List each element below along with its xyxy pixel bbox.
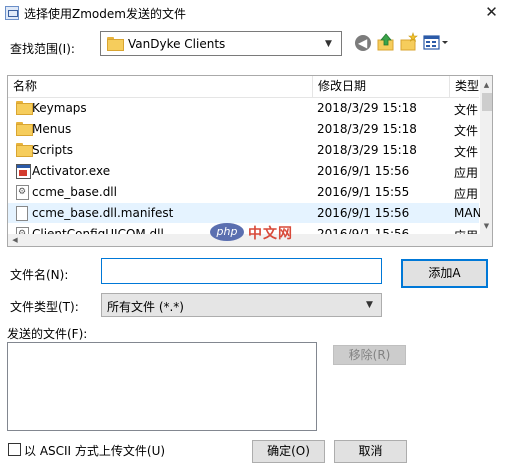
file-date: 2018/3/29 15:18 xyxy=(317,101,417,115)
table-row-selected[interactable]: ccme_base.dll.manifest 2016/9/1 15:56 MA… xyxy=(8,203,480,223)
filename-input[interactable] xyxy=(101,258,382,284)
file-type: 应用 xyxy=(454,166,479,180)
filetype-label: 文件类型(T): xyxy=(10,300,79,314)
scrollbar-corner xyxy=(480,234,492,246)
look-in-value: VanDyke Clients xyxy=(128,37,226,51)
file-date: 2016/9/1 15:55 xyxy=(317,185,410,199)
ok-button[interactable]: 确定(O) xyxy=(252,440,325,463)
scroll-up-icon[interactable]: ▲ xyxy=(480,79,492,91)
column-header-date[interactable]: 修改日期 xyxy=(313,76,449,98)
add-button[interactable]: 添加A xyxy=(401,259,488,288)
filetype-value: 所有文件 (*.*) xyxy=(107,300,184,314)
scroll-left-icon[interactable]: ◀ xyxy=(9,234,21,246)
filename-label: 文件名(N): xyxy=(10,268,69,282)
table-row[interactable]: Menus 2018/3/29 15:18 文件 xyxy=(8,119,479,139)
php-cn-watermark: php 中文网 xyxy=(210,221,305,245)
file-date: 2016/9/1 15:56 xyxy=(317,206,410,220)
file-type: 文件 xyxy=(454,145,479,159)
vertical-scrollbar[interactable]: ▲ ▼ xyxy=(480,76,492,234)
ascii-upload-label: 以 ASCII 方式上传文件(U) xyxy=(24,444,166,458)
files-to-send-list[interactable] xyxy=(7,342,317,431)
remove-button[interactable]: 移除(R) xyxy=(333,345,406,365)
table-row[interactable]: Keymaps 2018/3/29 15:18 文件 xyxy=(8,98,479,118)
file-type: MAN xyxy=(454,206,480,220)
table-row[interactable]: Activator.exe 2016/9/1 15:56 应用 xyxy=(8,161,479,181)
exe-icon xyxy=(16,164,31,179)
window-title: 选择使用Zmodem发送的文件 xyxy=(24,7,186,21)
look-in-label: 查找范围(I): xyxy=(10,42,75,56)
up-folder-icon[interactable] xyxy=(376,32,396,52)
file-date: 2016/9/1 15:56 xyxy=(317,164,410,178)
file-type: 应用 xyxy=(454,187,479,201)
file-name: ccme_base.dll.manifest xyxy=(32,206,174,220)
watermark-logo: php xyxy=(210,223,244,241)
view-menu-icon[interactable] xyxy=(423,34,449,54)
close-button[interactable]: ✕ xyxy=(476,0,507,24)
files-to-send-label: 发送的文件(F): xyxy=(7,327,88,341)
table-row[interactable]: ccme_base.dll 2016/9/1 15:55 应用 xyxy=(8,182,479,202)
scroll-down-icon[interactable]: ▼ xyxy=(480,220,492,232)
file-type: 文件 xyxy=(454,124,479,138)
file-date: 2018/3/29 15:18 xyxy=(317,143,417,157)
file-name: ccme_base.dll xyxy=(32,185,117,199)
new-folder-icon[interactable] xyxy=(399,32,419,52)
chevron-down-icon[interactable]: ▼ xyxy=(325,39,332,49)
title-bar: 选择使用Zmodem发送的文件 ✕ xyxy=(0,0,507,26)
look-in-dropdown[interactable]: VanDyke Clients ▼ xyxy=(100,31,342,56)
filetype-dropdown[interactable]: 所有文件 (*.*) ▼ xyxy=(101,293,382,317)
ascii-upload-checkbox[interactable] xyxy=(8,443,21,456)
column-header-name[interactable]: 名称 xyxy=(8,76,317,98)
list-header: 名称 修改日期 类型 xyxy=(8,76,479,98)
file-name: Menus xyxy=(32,122,72,136)
dll-icon xyxy=(16,185,29,200)
file-date: 2018/3/29 15:18 xyxy=(317,122,417,136)
document-icon xyxy=(16,206,28,221)
app-icon xyxy=(5,6,19,20)
file-name: Activator.exe xyxy=(32,164,111,178)
cancel-button[interactable]: 取消 xyxy=(334,440,407,463)
column-header-type[interactable]: 类型 xyxy=(450,76,480,98)
chevron-down-icon[interactable]: ▼ xyxy=(366,300,373,310)
watermark-text: 中文网 xyxy=(248,226,293,242)
file-name: Keymaps xyxy=(32,101,87,115)
scroll-thumb[interactable] xyxy=(482,93,492,111)
table-row[interactable]: Scripts 2018/3/29 15:18 文件 xyxy=(8,140,479,160)
back-icon[interactable]: ◀ xyxy=(354,34,374,54)
file-type: 文件 xyxy=(454,103,479,117)
file-name: Scripts xyxy=(32,143,74,157)
